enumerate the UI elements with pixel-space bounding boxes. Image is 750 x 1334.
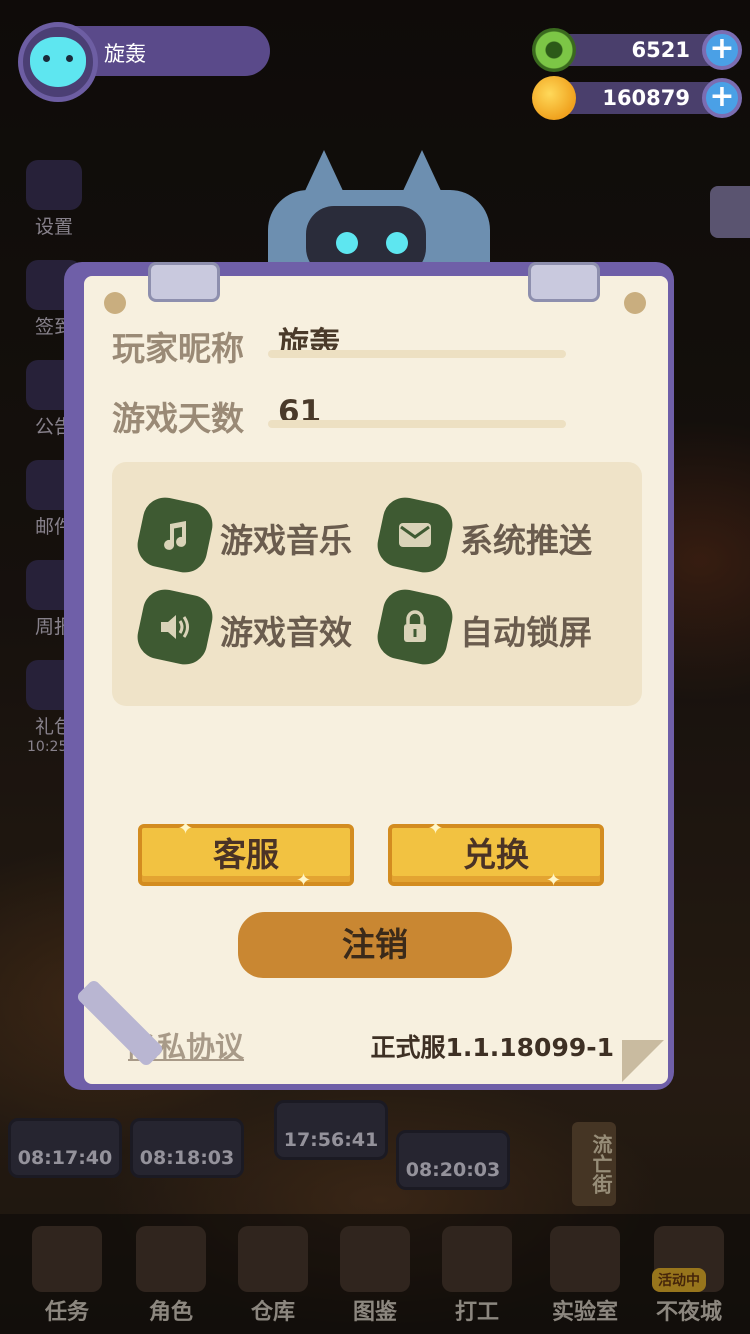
robot-eye — [336, 232, 358, 254]
robot-eye — [386, 232, 408, 254]
add-coin-button[interactable]: + — [702, 78, 742, 118]
toggle-label: 系统推送 — [460, 521, 592, 560]
cat-face-icon — [30, 37, 86, 87]
logout-button[interactable]: 注销 — [238, 912, 512, 978]
version-label: 正式服1.1.18099-1 — [370, 1033, 614, 1062]
sparkle-icon: ✦ — [428, 818, 444, 839]
player-name: 旋轰 — [104, 42, 146, 66]
currency-value: 160879 — [602, 86, 690, 110]
lock-icon — [380, 592, 450, 662]
days-underline — [268, 420, 566, 428]
planet-coin-icon — [532, 76, 576, 120]
pin — [624, 292, 646, 314]
days-label: 游戏天数 — [112, 399, 244, 438]
sparkle-icon: ✦ — [296, 870, 312, 891]
settings-toggles-panel — [112, 462, 642, 706]
pin — [104, 292, 126, 314]
donut-icon — [532, 28, 576, 72]
toggle-label: 游戏音效 — [220, 613, 352, 652]
player-profile[interactable]: 旋轰 — [18, 22, 270, 102]
toggle-label: 游戏音乐 — [220, 521, 352, 560]
sparkle-icon: ✦ — [178, 818, 194, 839]
nickname-label: 玩家昵称 — [112, 329, 244, 368]
redeem-button[interactable]: 兑换 — [388, 824, 604, 886]
nickname-underline — [268, 350, 566, 358]
speaker-icon — [140, 592, 210, 662]
sparkle-icon: ✦ — [546, 870, 562, 891]
currency-coin: 160879 + — [532, 76, 742, 120]
avatar[interactable] — [18, 22, 98, 102]
paper-clip — [528, 262, 600, 302]
currency-donut: 6521 + — [532, 28, 742, 72]
currency-value: 6521 — [631, 38, 690, 62]
message-icon — [380, 500, 450, 570]
add-donut-button[interactable]: + — [702, 30, 742, 70]
customer-service-button[interactable]: 客服 — [138, 824, 354, 886]
share-icon[interactable] — [710, 186, 750, 238]
music-note-icon — [140, 500, 210, 570]
paper-clip — [148, 262, 220, 302]
toggle-label: 自动锁屏 — [460, 613, 592, 652]
